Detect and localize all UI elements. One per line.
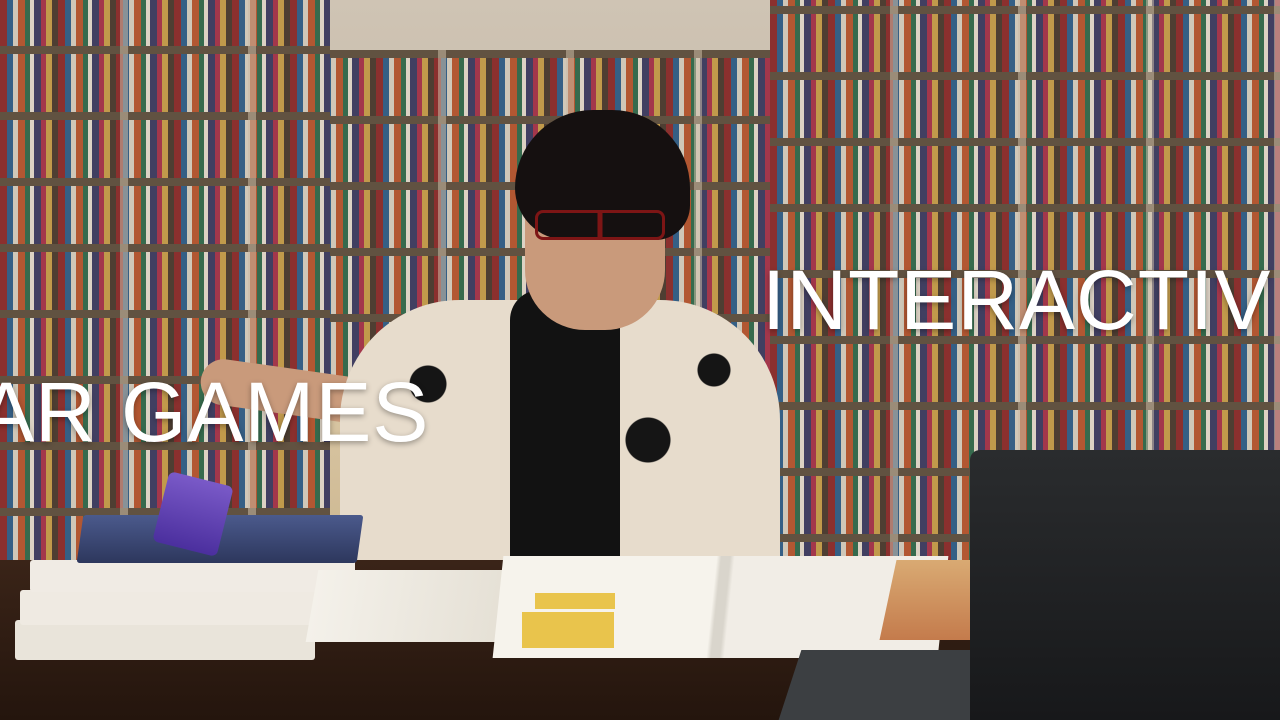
book (20, 590, 350, 625)
title-text-right: INTERACTIV (762, 253, 1272, 347)
scarf (510, 290, 620, 580)
student (197, 110, 780, 580)
glasses (535, 210, 665, 240)
book-illustration (522, 612, 614, 648)
title-text-left: AR GAMES (0, 365, 430, 459)
book-illustration (535, 593, 615, 609)
open-book (305, 570, 514, 642)
laptop-keyboard (778, 650, 1002, 720)
book (15, 620, 315, 660)
library-scene (0, 0, 1280, 720)
laptop-icon (970, 450, 1280, 720)
book (30, 560, 355, 592)
